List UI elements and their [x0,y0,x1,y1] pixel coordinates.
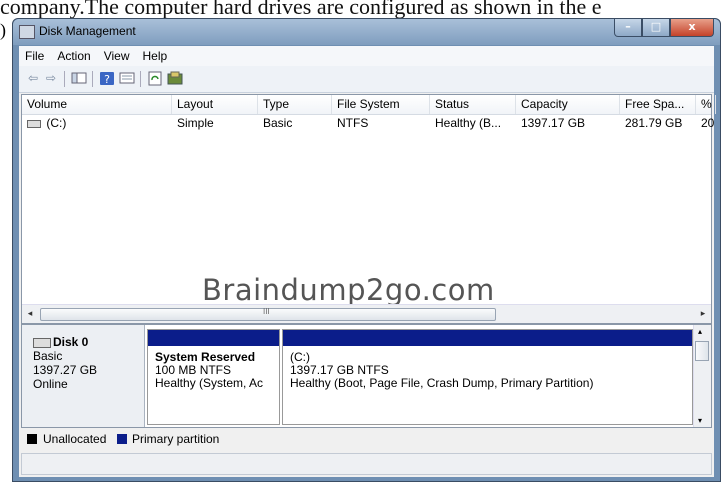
toolbar: ⇦ ⇨ ? [19,66,714,93]
cell-status: Healthy (B... [435,116,502,130]
cell-file-system: NTFS [337,116,369,130]
unallocated-swatch [27,434,37,444]
scroll-right-arrow-icon[interactable]: ▸ [697,307,709,320]
cell-free-space: 281.79 GB [625,116,683,130]
legend-unallocated: Unallocated [43,432,107,446]
disk-icon [33,337,51,348]
background-document-text: company.The computer hard drives are con… [0,0,602,19]
column-header-status[interactable]: Status [430,95,516,114]
menu-file[interactable]: File [19,46,51,63]
scroll-left-arrow-icon[interactable]: ◂ [24,307,36,320]
partition-status: Healthy (Boot, Page File, Crash Dump, Pr… [290,376,594,390]
legend: Unallocated Primary partition [21,429,712,449]
scroll-up-arrow-icon[interactable]: ▴ [698,327,702,336]
rescan-disks-icon[interactable] [167,71,183,86]
column-headers: Volume Layout Type File System Status Ca… [22,95,716,115]
cell-volume: (C:) [46,116,67,130]
volume-list: Volume Layout Type File System Status Ca… [21,94,716,324]
menu-bar: File Action View Help [19,46,714,66]
column-header-percent-free[interactable]: % [696,95,716,114]
window-client-area: File Action View Help ⇦ ⇨ ? Volume Layou… [19,46,716,477]
scroll-grip: III [263,307,270,316]
menu-help[interactable]: Help [137,46,175,63]
svg-text:?: ? [104,73,110,86]
title-bar[interactable]: Disk Management – □ x [13,19,720,45]
vertical-scroll-thumb[interactable] [695,341,709,361]
watermark: Braindump2go.com [202,273,495,307]
disk-size: 1397.27 GB [33,363,98,377]
properties-icon[interactable] [119,71,135,86]
disk-management-app-icon [19,25,35,39]
column-header-layout[interactable]: Layout [172,95,258,114]
column-header-capacity[interactable]: Capacity [516,95,620,114]
partition-c-drive[interactable]: (C:) 1397.17 GB NTFS Healthy (Boot, Page… [282,329,693,425]
disk-type: Basic [33,349,63,363]
menu-view[interactable]: View [98,46,137,63]
menu-action[interactable]: Action [51,46,97,63]
maximize-button[interactable]: □ [642,19,670,37]
disk-status: Online [33,377,68,391]
cell-layout: Simple [177,116,214,130]
legend-primary-partition: Primary partition [132,432,220,446]
disk-0-info-panel[interactable]: Disk 0 Basic 1397.27 GB Online [22,325,145,427]
help-icon[interactable]: ? [99,71,115,86]
back-arrow-icon[interactable]: ⇦ [25,71,41,86]
cell-capacity: 1397.17 GB [521,116,586,130]
partition-status: Healthy (System, Ac [155,376,264,390]
horizontal-scrollbar[interactable]: ◂ III ▸ [22,304,711,323]
cell-type: Basic [263,116,293,130]
partition-system-reserved[interactable]: System Reserved 100 MB NTFS Healthy (Sys… [147,329,280,425]
status-bar [21,453,712,475]
close-button[interactable]: x [670,19,714,37]
primary-partition-swatch [117,434,127,444]
column-header-file-system[interactable]: File System [332,95,430,114]
primary-partition-bar [283,330,692,346]
minimize-button[interactable]: – [614,19,642,37]
console-tree-icon[interactable] [71,71,87,86]
horizontal-scroll-thumb[interactable]: III [40,307,496,321]
volume-drive-icon [27,119,41,128]
window-title: Disk Management [39,24,136,38]
column-header-free-space[interactable]: Free Spa... [620,95,696,114]
scroll-down-arrow-icon[interactable]: ▾ [698,416,702,425]
column-header-type[interactable]: Type [258,95,332,114]
primary-partition-bar [148,330,279,346]
table-row[interactable]: (C:) Simple Basic NTFS Healthy (B... 139… [22,115,714,132]
disk-management-window: Disk Management – □ x File Action View Help… [12,18,721,482]
background-document-fragment: ) [0,20,6,40]
disk-graphical-view: Disk 0 Basic 1397.27 GB Online System Re… [21,324,712,428]
vertical-scrollbar[interactable]: ▴ ▾ [693,325,711,427]
forward-arrow-icon[interactable]: ⇨ [43,71,59,86]
disk-name: Disk 0 [53,335,89,349]
column-header-volume[interactable]: Volume [22,95,172,114]
cell-percent-free: 20 [701,116,715,130]
refresh-icon[interactable] [147,71,163,86]
